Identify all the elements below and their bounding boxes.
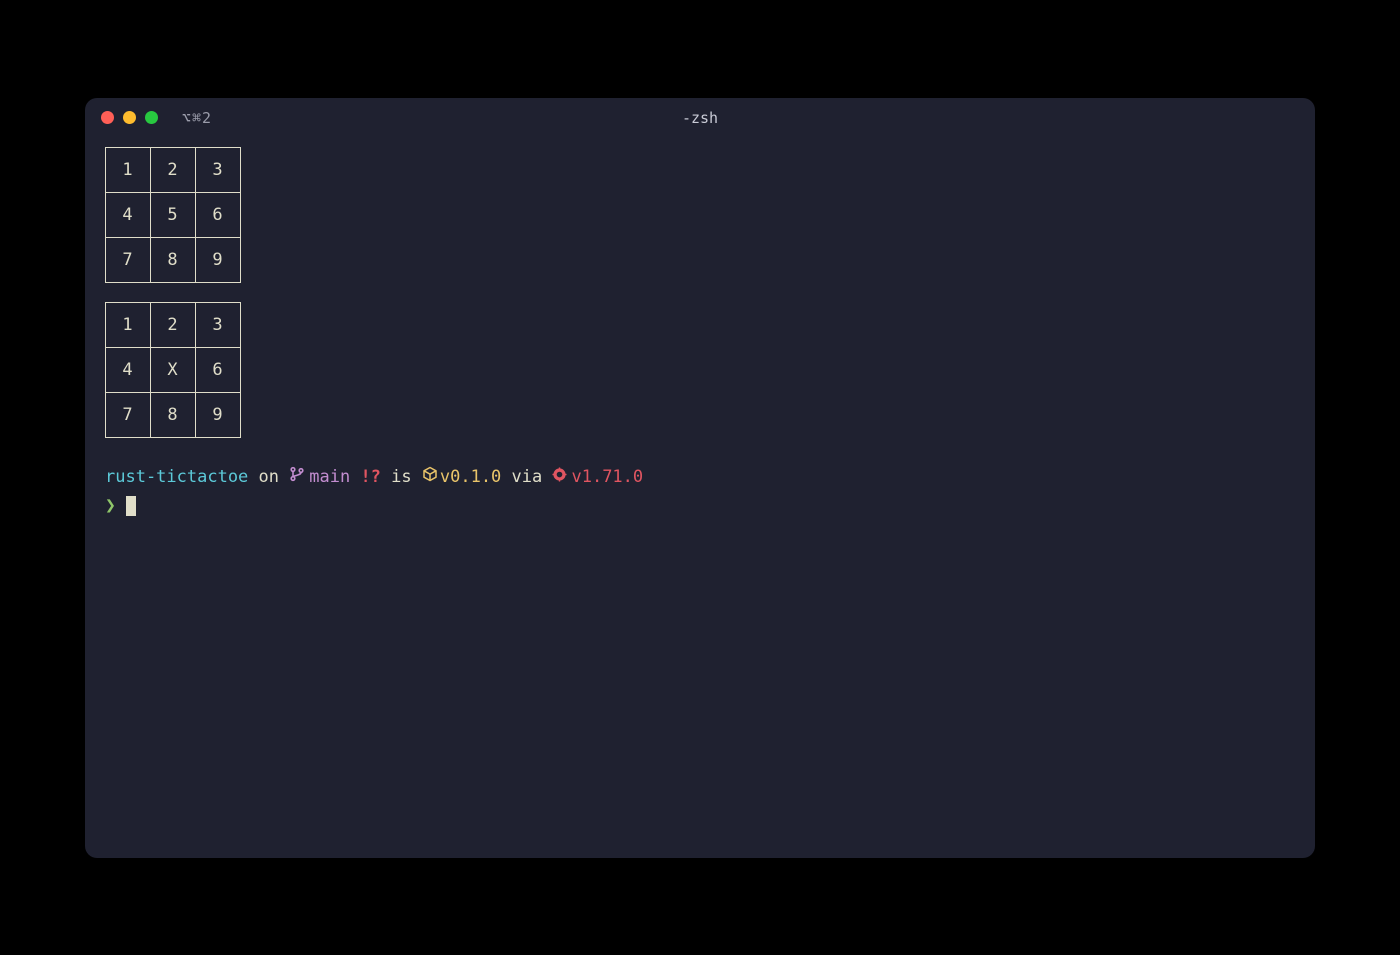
tictactoe-board-1: 1 2 3 4 5 6 7 8 9 — [105, 148, 240, 283]
board-cell: 4 — [105, 192, 151, 238]
traffic-lights — [101, 111, 158, 124]
prompt-git-status: !? — [350, 464, 381, 490]
board-cell: 8 — [150, 237, 196, 283]
board-cell: 8 — [150, 392, 196, 438]
board-row: 7 8 9 — [105, 238, 240, 283]
board-row: 1 2 3 — [105, 303, 240, 348]
board-row: 4 5 6 — [105, 193, 240, 238]
git-branch-icon — [289, 464, 305, 490]
board-cell: 3 — [195, 302, 241, 348]
board-cell: X — [150, 347, 196, 393]
board-cell: 4 — [105, 347, 151, 393]
prompt-git-branch: main — [309, 464, 350, 490]
board-cell: 7 — [105, 237, 151, 283]
prompt-is-text: is — [381, 464, 422, 490]
close-button[interactable] — [101, 111, 114, 124]
prompt-directory: rust-tictactoe — [105, 464, 248, 490]
board-row: 4 X 6 — [105, 348, 240, 393]
window-titlebar: ⌥⌘2 -zsh — [85, 98, 1315, 138]
prompt-line-1: rust-tictactoe on main !? is — [105, 464, 1295, 490]
board-row: 1 2 3 — [105, 148, 240, 193]
prompt-arrow: ❯ — [105, 492, 116, 520]
board-row: 7 8 9 — [105, 393, 240, 438]
board-cell: 1 — [105, 302, 151, 348]
prompt-rust-version: v1.71.0 — [571, 464, 643, 490]
board-cell: 9 — [195, 237, 241, 283]
board-cell: 3 — [195, 147, 241, 193]
board-cell: 7 — [105, 392, 151, 438]
prompt-on-text: on — [248, 464, 289, 490]
prompt-line-2: ❯ — [105, 492, 1295, 520]
board-cell: 5 — [150, 192, 196, 238]
board-cell: 2 — [150, 147, 196, 193]
window-title: -zsh — [682, 109, 718, 127]
minimize-button[interactable] — [123, 111, 136, 124]
terminal-window: ⌥⌘2 -zsh 1 2 3 4 5 6 7 8 9 — [85, 98, 1315, 858]
titlebar-shortcut: ⌥⌘2 — [182, 109, 212, 127]
package-icon — [422, 464, 438, 490]
board-cell: 6 — [195, 192, 241, 238]
board-cell: 6 — [195, 347, 241, 393]
maximize-button[interactable] — [145, 111, 158, 124]
tictactoe-board-2: 1 2 3 4 X 6 7 8 9 — [105, 303, 240, 438]
prompt-via-text: via — [501, 464, 552, 490]
rust-icon — [552, 464, 567, 490]
board-cell: 1 — [105, 147, 151, 193]
prompt-package-version: v0.1.0 — [440, 464, 501, 490]
terminal-cursor[interactable] — [126, 496, 136, 516]
terminal-content[interactable]: 1 2 3 4 5 6 7 8 9 1 2 3 — [85, 138, 1315, 858]
board-cell: 9 — [195, 392, 241, 438]
board-cell: 2 — [150, 302, 196, 348]
